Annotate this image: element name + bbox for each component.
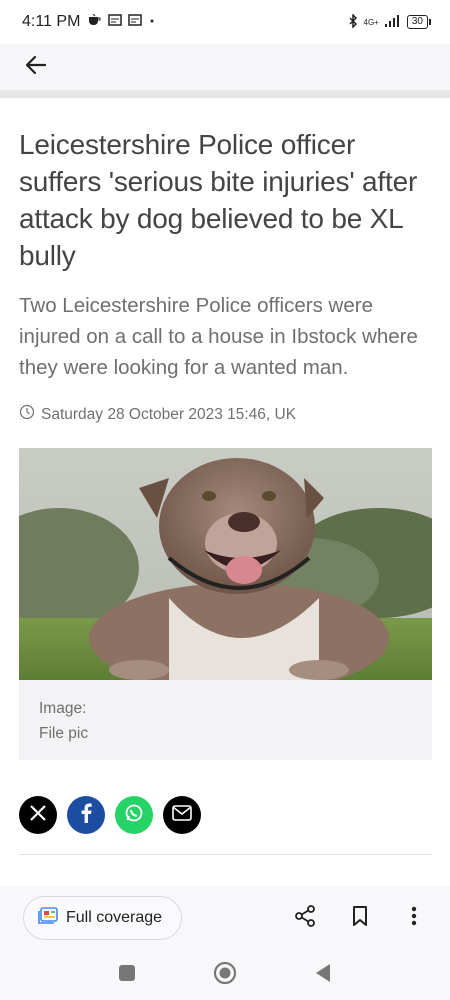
email-icon	[172, 804, 192, 826]
more-options-button[interactable]	[396, 900, 432, 936]
bookmark-icon	[352, 905, 368, 931]
back-triangle-icon	[314, 963, 332, 988]
recents-square-icon	[118, 964, 136, 987]
more-vert-icon	[411, 906, 417, 931]
signal-icon	[384, 14, 401, 30]
bottom-action-bar: Full coverage	[0, 886, 450, 950]
share-button[interactable]	[287, 900, 323, 936]
arrow-left-icon	[25, 55, 47, 80]
status-right: 4G+ 30	[348, 12, 432, 31]
caption-text: File pic	[39, 725, 89, 742]
cup-notification-icon	[88, 13, 102, 31]
notification-icons	[88, 13, 156, 31]
clock-icon	[19, 404, 35, 425]
bluetooth-icon	[348, 12, 358, 31]
article-hero-image[interactable]	[19, 448, 432, 680]
news-notification-icon	[108, 13, 123, 31]
app-bar-divider	[0, 90, 450, 98]
full-coverage-label: Full coverage	[66, 909, 163, 926]
whatsapp-icon	[124, 803, 144, 828]
caption-label: Image:	[39, 700, 87, 717]
recents-button[interactable]	[114, 962, 140, 988]
network-type: 4G+	[363, 17, 379, 27]
battery-indicator: 30	[406, 15, 432, 29]
share-whatsapp-button[interactable]	[115, 796, 153, 834]
share-x-button[interactable]	[19, 796, 57, 834]
bookmark-button[interactable]	[342, 900, 378, 936]
dateline-text: Saturday 28 October 2023 15:46, UK	[41, 405, 297, 423]
x-icon	[29, 804, 47, 827]
dog-photo	[19, 448, 432, 680]
home-button[interactable]	[212, 961, 238, 990]
share-facebook-button[interactable]	[67, 796, 105, 834]
share-email-button[interactable]	[163, 796, 201, 834]
app-bar	[0, 44, 450, 90]
share-icon	[294, 904, 316, 932]
facebook-icon	[79, 803, 93, 828]
nav-back-button[interactable]	[310, 962, 336, 988]
system-nav-bar	[0, 950, 450, 1000]
home-circle-icon	[213, 961, 237, 990]
article-dateline: Saturday 28 October 2023 15:46, UK	[19, 404, 296, 425]
news-notification-icon	[128, 13, 143, 31]
image-caption: Image: File pic	[19, 680, 432, 760]
full-coverage-button[interactable]: Full coverage	[23, 896, 182, 940]
share-row	[19, 796, 201, 834]
more-notifications-dot-icon	[148, 13, 156, 31]
content-divider	[19, 854, 432, 855]
status-bar: 4:11 PM 4G+ 30	[0, 0, 450, 44]
article-headline: Leicestershire Police officer suffers 's…	[19, 129, 418, 271]
back-button[interactable]	[20, 52, 52, 82]
status-time: 4:11 PM	[22, 13, 81, 30]
full-coverage-icon	[38, 906, 58, 930]
article-standfirst: Two Leicestershire Police officers were …	[19, 294, 418, 379]
